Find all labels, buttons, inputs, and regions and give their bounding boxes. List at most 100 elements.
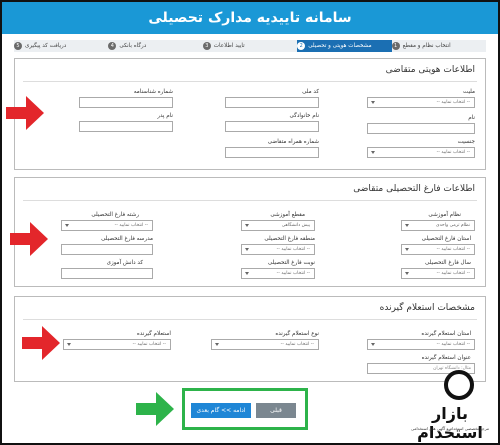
select-value: -- انتخاب نمایید -- <box>276 247 310 252</box>
inquirer-type-select[interactable]: -- انتخاب نمایید -- <box>211 339 319 350</box>
national-code-input[interactable] <box>225 97 319 108</box>
step-2[interactable]: 2 مشخصات هویتی و تحصیلی <box>297 40 392 52</box>
identity-section: اطلاعات هویتی متقاضی ملیت -- انتخاب نمای… <box>14 58 486 170</box>
inquirer-name-label: عنوان استعلام گیرنده <box>421 355 471 361</box>
watermark-tagline: مرجع تخصصی استخدام و آگهی های استخدامی <box>410 426 489 431</box>
id-number-label: شماره شناسنامه <box>133 89 173 95</box>
green-arrow-icon <box>136 392 174 426</box>
select-value: -- انتخاب نمایید -- <box>436 247 470 252</box>
step-label: دریافت کد پیگیری <box>24 43 67 49</box>
select-value: -- انتخاب نمایید -- <box>280 342 314 347</box>
step-number: 1 <box>391 42 400 50</box>
school-input[interactable] <box>61 244 153 255</box>
region-label: منطقه فارغ التحصیلی <box>264 236 315 242</box>
select-value: -- انتخاب نمایید -- <box>114 223 148 228</box>
inquirer-province-select[interactable]: -- انتخاب نمایید -- <box>367 339 475 350</box>
national-code-label: کد ملی <box>302 89 319 95</box>
step-label: درگاه بانکی <box>119 43 147 49</box>
gender-select[interactable]: -- انتخاب نمایید -- <box>367 147 475 158</box>
select-value: پیش دانشگاهی <box>281 223 310 228</box>
turn-select[interactable]: -- انتخاب نمایید -- <box>241 268 315 279</box>
step-number: 4 <box>108 42 117 50</box>
grad-year-label: سال فارغ التحصیلی <box>424 260 471 266</box>
section-title: مشخصات استعلام گیرنده <box>379 303 475 313</box>
select-value: -- انتخاب نمایید -- <box>436 271 470 276</box>
brand-watermark: بازار استخدام مرجع تخصصی استخدام و آگهی … <box>402 366 498 442</box>
step-number: 2 <box>297 42 306 50</box>
system-select[interactable]: نظام ترمی واحدی <box>401 220 475 231</box>
province-label: استان فارغ التحصیلی <box>421 236 471 242</box>
select-value: -- انتخاب نمایید -- <box>276 271 310 276</box>
page-title: سامانه تاییدیه مدارک تحصیلی <box>2 2 498 34</box>
grade-label: مقطع آموزشی <box>270 212 305 218</box>
chevron-down-icon <box>245 248 249 251</box>
father-name-label: نام پدر <box>157 113 173 119</box>
step-number: 3 <box>202 42 211 50</box>
student-code-input[interactable] <box>61 268 153 279</box>
nationality-select[interactable]: -- انتخاب نمایید -- <box>367 97 475 108</box>
step-5[interactable]: 5 دریافت کد پیگیری <box>13 40 108 52</box>
select-value: -- انتخاب نمایید -- <box>436 150 470 155</box>
step-label: تایید اطلاعات <box>213 43 245 49</box>
next-step-button[interactable]: ادامه >> گام بعدی <box>191 403 251 418</box>
select-value: -- انتخاب نمایید -- <box>436 100 470 105</box>
chevron-down-icon <box>65 224 69 227</box>
step-label: مشخصات هویتی و تحصیلی <box>308 43 372 49</box>
wizard-steps: 1 انتخاب نظام و مقطع 2 مشخصات هویتی و تحصی… <box>13 40 486 52</box>
red-arrow-icon <box>10 222 48 256</box>
chevron-down-icon <box>245 272 249 275</box>
step-label: انتخاب نظام و مقطع <box>402 43 451 49</box>
inquirer-select[interactable]: -- انتخاب نمایید -- <box>63 339 171 350</box>
province-select[interactable]: -- انتخاب نمایید -- <box>401 244 475 255</box>
section-title: اطلاعات فارغ التحصیلی متقاضی <box>353 184 475 194</box>
select-value: -- انتخاب نمایید -- <box>436 342 470 347</box>
field-select[interactable]: -- انتخاب نمایید -- <box>61 220 153 231</box>
grad-year-select[interactable]: -- انتخاب نمایید -- <box>401 268 475 279</box>
inquirer-label: استعلام گیرنده <box>136 331 171 337</box>
chevron-down-icon <box>215 343 219 346</box>
phone-label: شماره همراه متقاضی <box>267 139 319 145</box>
divider <box>23 319 477 320</box>
last-name-input[interactable] <box>225 121 319 132</box>
chevron-down-icon <box>371 151 375 154</box>
first-name-label: نام <box>468 115 475 121</box>
inquirer-province-label: استان استعلام گیرنده <box>421 331 471 337</box>
magnifier-icon <box>444 370 474 400</box>
id-number-input[interactable] <box>79 97 173 108</box>
chevron-down-icon <box>405 248 409 251</box>
step-1[interactable]: 1 انتخاب نظام و مقطع <box>391 40 486 52</box>
select-value: نظام ترمی واحدی <box>436 223 470 228</box>
last-name-label: نام خانوادگی <box>289 113 319 119</box>
phone-input[interactable] <box>225 147 319 158</box>
student-code-label: کد دانش آموزی <box>106 260 143 266</box>
inquirer-type-label: نوع استعلام گیرنده <box>275 331 319 337</box>
gender-label: جنسیت <box>457 139 475 145</box>
chevron-down-icon <box>67 343 71 346</box>
chevron-down-icon <box>405 272 409 275</box>
school-label: مدرسه فارغ التحصیلی <box>101 236 153 242</box>
nationality-label: ملیت <box>462 89 475 95</box>
divider <box>23 200 477 201</box>
watermark-brand: بازار استخدام <box>417 404 483 442</box>
step-3[interactable]: 3 تایید اطلاعات <box>202 40 297 52</box>
chevron-down-icon <box>371 343 375 346</box>
red-arrow-icon <box>22 326 60 360</box>
divider <box>23 81 477 82</box>
field-label: رشته فارغ التحصیلی <box>91 212 139 218</box>
turn-label: نوبت فارغ التحصیلی <box>267 260 315 266</box>
red-arrow-icon <box>6 96 44 130</box>
education-section: اطلاعات فارغ التحصیلی متقاضی نظام آموزشی… <box>14 177 486 287</box>
chevron-down-icon <box>371 101 375 104</box>
chevron-down-icon <box>245 224 249 227</box>
grade-select[interactable]: پیش دانشگاهی <box>241 220 315 231</box>
step-4[interactable]: 4 درگاه بانکی <box>108 40 202 52</box>
section-title: اطلاعات هویتی متقاضی <box>385 65 475 75</box>
step-number: 5 <box>13 42 22 50</box>
select-value: -- انتخاب نمایید -- <box>132 342 166 347</box>
previous-button[interactable]: قبلی <box>256 403 296 418</box>
chevron-down-icon <box>405 224 409 227</box>
first-name-input[interactable] <box>367 123 475 134</box>
father-name-input[interactable] <box>79 121 173 132</box>
region-select[interactable]: -- انتخاب نمایید -- <box>241 244 315 255</box>
system-label: نظام آموزشی <box>428 212 461 218</box>
